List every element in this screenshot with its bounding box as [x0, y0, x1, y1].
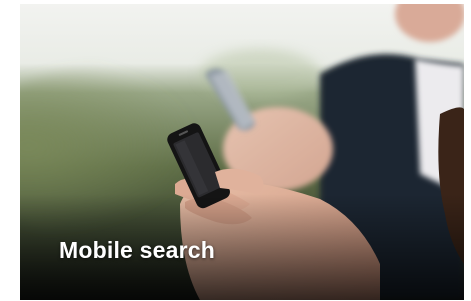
photo-caption: Mobile search	[59, 237, 215, 263]
photo-frame: Mobile search	[20, 4, 464, 300]
